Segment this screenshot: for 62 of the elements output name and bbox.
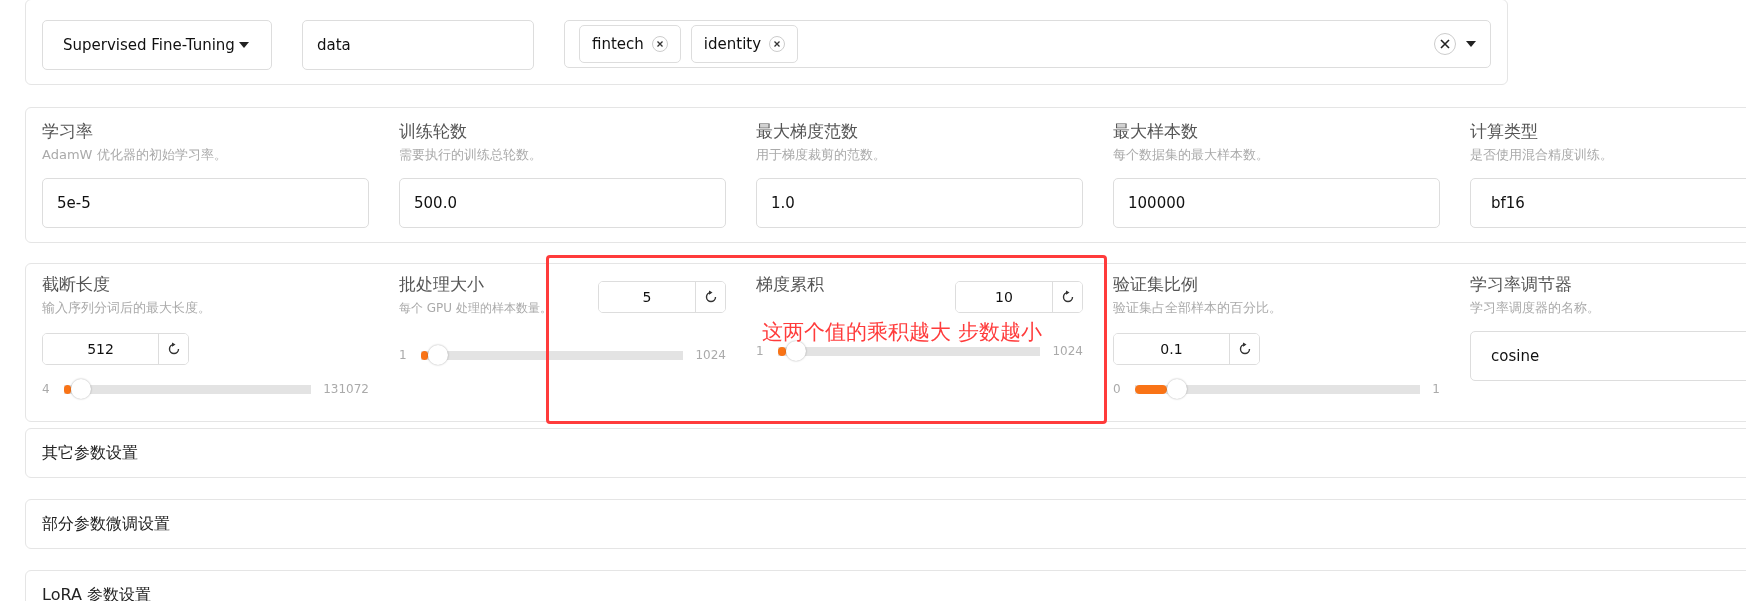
- remove-icon[interactable]: [769, 36, 786, 52]
- field-hint: 用于梯度裁剪的范数。: [756, 146, 887, 164]
- field-hint: AdamW 优化器的初始学习率。: [42, 146, 228, 164]
- slider-thumb[interactable]: [70, 379, 91, 399]
- text-field[interactable]: 5e-5: [42, 178, 369, 228]
- field-hint: 输入序列分词后的最大长度。: [42, 299, 212, 317]
- clear-icon[interactable]: [1434, 33, 1456, 55]
- field-label: 训练轮数: [399, 120, 468, 142]
- field-label: 学习率调节器: [1470, 273, 1573, 295]
- reset-icon: [1237, 342, 1252, 356]
- field-label: 计算类型: [1470, 120, 1539, 142]
- dropdown[interactable]: bf16: [1470, 178, 1746, 228]
- field-label: 最大梯度范数: [756, 120, 859, 142]
- reset-button[interactable]: [158, 334, 188, 364]
- field-hint: 每个 GPU 处理的样本数量。: [399, 300, 552, 317]
- slider-min: 1: [756, 344, 764, 358]
- dropdown[interactable]: cosine: [1470, 331, 1746, 381]
- accordion-header[interactable]: 部分参数微调设置: [25, 499, 1746, 549]
- text-field[interactable]: 500.0: [399, 178, 726, 228]
- field-label: 最大样本数: [1113, 120, 1199, 142]
- field-label: 批处理大小: [399, 273, 485, 295]
- slider-max: 131072: [323, 382, 369, 396]
- number-field[interactable]: 0.1: [1113, 333, 1260, 365]
- slider-min: 4: [42, 382, 50, 396]
- slider-min: 0: [1113, 382, 1121, 396]
- reset-button[interactable]: [1229, 334, 1259, 364]
- slider-thumb[interactable]: [1166, 379, 1187, 399]
- dropdown[interactable]: Supervised Fine-Tuning: [42, 20, 272, 70]
- slider-max: 1024: [1052, 344, 1083, 358]
- reset-icon: [1060, 290, 1075, 304]
- field-label: 截断长度: [42, 273, 111, 295]
- tag[interactable]: identity: [690, 25, 799, 63]
- slider-max: 1: [1432, 382, 1440, 396]
- number-field[interactable]: 10: [955, 281, 1083, 313]
- number-field[interactable]: 5: [598, 281, 726, 313]
- field-label: 验证集比例: [1113, 273, 1199, 295]
- number-field[interactable]: 512: [42, 333, 189, 365]
- accordion-header[interactable]: 其它参数设置: [25, 428, 1746, 478]
- reset-button[interactable]: [695, 282, 725, 312]
- text-field[interactable]: 1.0: [756, 178, 1083, 228]
- reset-icon: [166, 342, 181, 356]
- field-hint: 每个数据集的最大样本数。: [1113, 146, 1270, 164]
- caret-icon[interactable]: [1466, 41, 1476, 47]
- slider-min: 1: [399, 348, 407, 362]
- caret-icon[interactable]: [238, 42, 249, 48]
- remove-icon[interactable]: [651, 36, 668, 52]
- slider-thumb[interactable]: [427, 345, 448, 365]
- field-hint: 验证集占全部样本的百分比。: [1113, 299, 1283, 317]
- field-hint: 学习率调度器的名称。: [1470, 299, 1601, 317]
- reset-icon: [703, 290, 718, 304]
- slider-max: 1024: [695, 348, 726, 362]
- annotation-text: 这两个值的乘积越大 步数越小: [762, 320, 1042, 344]
- text-field[interactable]: 100000: [1113, 178, 1440, 228]
- tag[interactable]: fintech: [579, 25, 681, 63]
- field-label: 学习率: [42, 120, 94, 142]
- slider-thumb[interactable]: [785, 341, 806, 361]
- field-label: 梯度累积: [756, 273, 824, 295]
- tag-select[interactable]: fintech identity: [564, 20, 1491, 68]
- field-hint: 需要执行的训练总轮数。: [399, 146, 543, 164]
- field-hint: 是否使用混合精度训练。: [1470, 146, 1614, 164]
- text-field[interactable]: data: [302, 20, 534, 70]
- reset-button[interactable]: [1052, 282, 1082, 312]
